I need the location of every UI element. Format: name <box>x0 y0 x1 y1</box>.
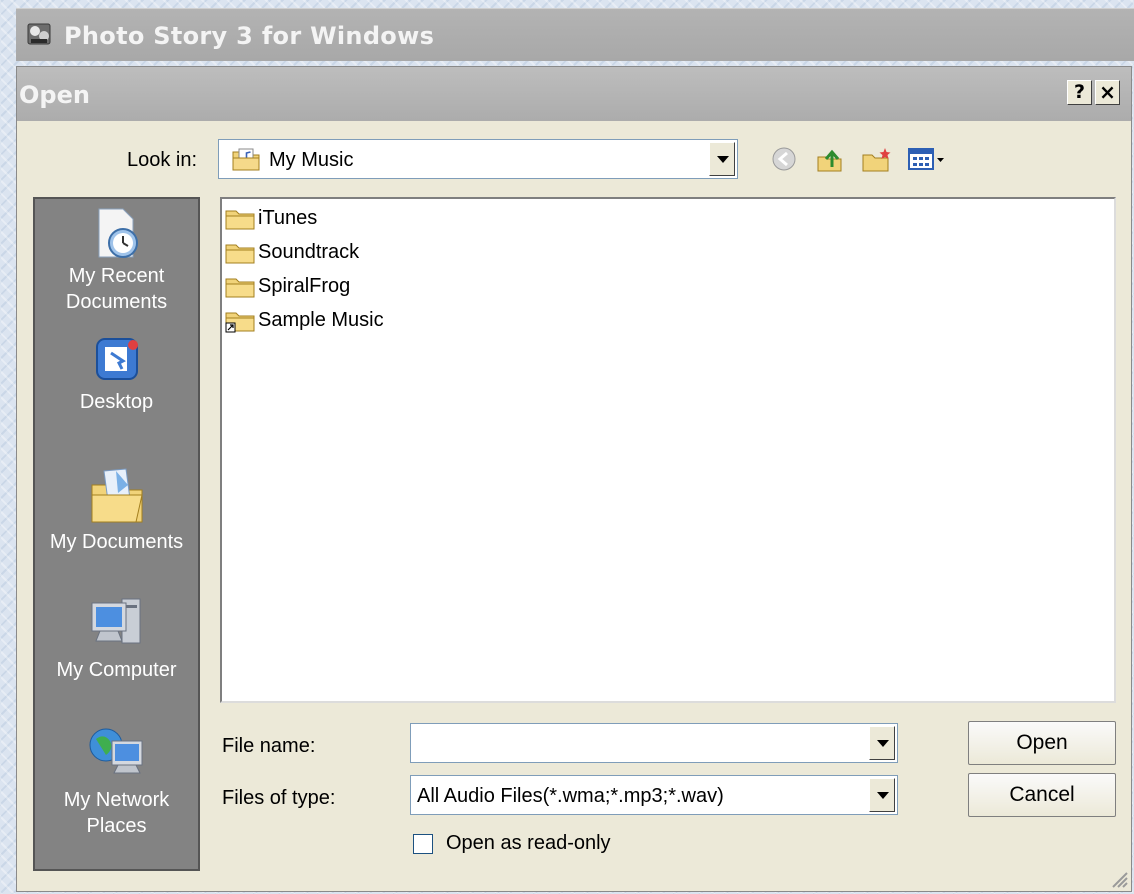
resize-grip-icon[interactable] <box>1107 867 1129 889</box>
files-of-type-label: Files of type: <box>222 787 336 809</box>
files-of-type-dropdown-arrow[interactable] <box>869 778 895 812</box>
place-label: My Recent Documents <box>65 265 168 313</box>
place-my-computer[interactable]: My Computer <box>35 591 198 683</box>
file-name: iTunes <box>258 207 318 229</box>
help-button[interactable]: ? <box>1067 80 1092 105</box>
folder-shortcut-icon <box>225 312 255 333</box>
network-places-icon <box>89 728 142 774</box>
close-button[interactable]: × <box>1095 80 1120 105</box>
place-label: My Network Places <box>63 789 170 837</box>
back-icon[interactable] <box>769 145 799 173</box>
my-computer-icon <box>91 598 140 644</box>
place-my-recent-documents[interactable]: My Recent Documents <box>35 203 198 315</box>
file-name: SpiralFrog <box>258 275 351 297</box>
folder-icon <box>225 278 255 298</box>
file-name-dropdown-arrow[interactable] <box>869 726 895 760</box>
photo-story-icon <box>27 23 51 45</box>
file-name: Sample Music <box>258 309 384 331</box>
dialog-titlebar: Open ? × <box>17 67 1131 121</box>
read-only-checkbox[interactable] <box>413 834 433 854</box>
folder-icon <box>225 210 255 230</box>
dialog-title: Open <box>19 81 90 109</box>
look-in-dropdown-arrow[interactable] <box>709 142 735 176</box>
place-my-network-places[interactable]: My Network Places <box>35 721 198 839</box>
desktop-icon <box>95 338 138 380</box>
place-my-documents[interactable]: My Documents <box>35 463 198 555</box>
look-in-combo[interactable]: My Music <box>218 139 738 179</box>
cancel-button[interactable]: Cancel <box>968 773 1116 817</box>
read-only-label[interactable]: Open as read-only <box>446 832 611 855</box>
open-dialog: Open ? × Look in: My Music My Recent Doc… <box>16 66 1132 892</box>
file-name: Soundtrack <box>258 241 360 263</box>
place-label: My Documents <box>49 531 184 553</box>
app-titlebar: Photo Story 3 for Windows <box>16 8 1134 61</box>
place-label: Desktop <box>79 391 154 413</box>
my-documents-icon <box>91 468 143 523</box>
file-list[interactable]: iTunes Soundtrack SpiralFrog Sample Musi… <box>220 197 1116 703</box>
files-of-type-value: All Audio Files(*.wma;*.mp3;*.wav) <box>417 785 724 807</box>
recent-documents-icon <box>98 208 138 258</box>
views-menu-icon[interactable] <box>907 145 947 173</box>
music-folder-icon <box>232 148 260 171</box>
files-of-type-select[interactable]: All Audio Files(*.wma;*.mp3;*.wav) <box>410 775 898 815</box>
file-name-label: File name: <box>222 735 316 757</box>
open-button[interactable]: Open <box>968 721 1116 765</box>
place-desktop[interactable]: Desktop <box>35 333 198 415</box>
look-in-label: Look in: <box>127 149 198 171</box>
file-name-field[interactable] <box>410 723 898 763</box>
places-bar: My Recent Documents Desktop My Documents <box>33 197 200 871</box>
folder-icon <box>225 244 255 264</box>
up-one-level-icon[interactable] <box>815 145 845 173</box>
new-folder-icon[interactable] <box>861 145 893 173</box>
look-in-value: My Music <box>269 149 354 171</box>
app-title: Photo Story 3 for Windows <box>64 22 435 50</box>
place-label: My Computer <box>56 659 177 681</box>
